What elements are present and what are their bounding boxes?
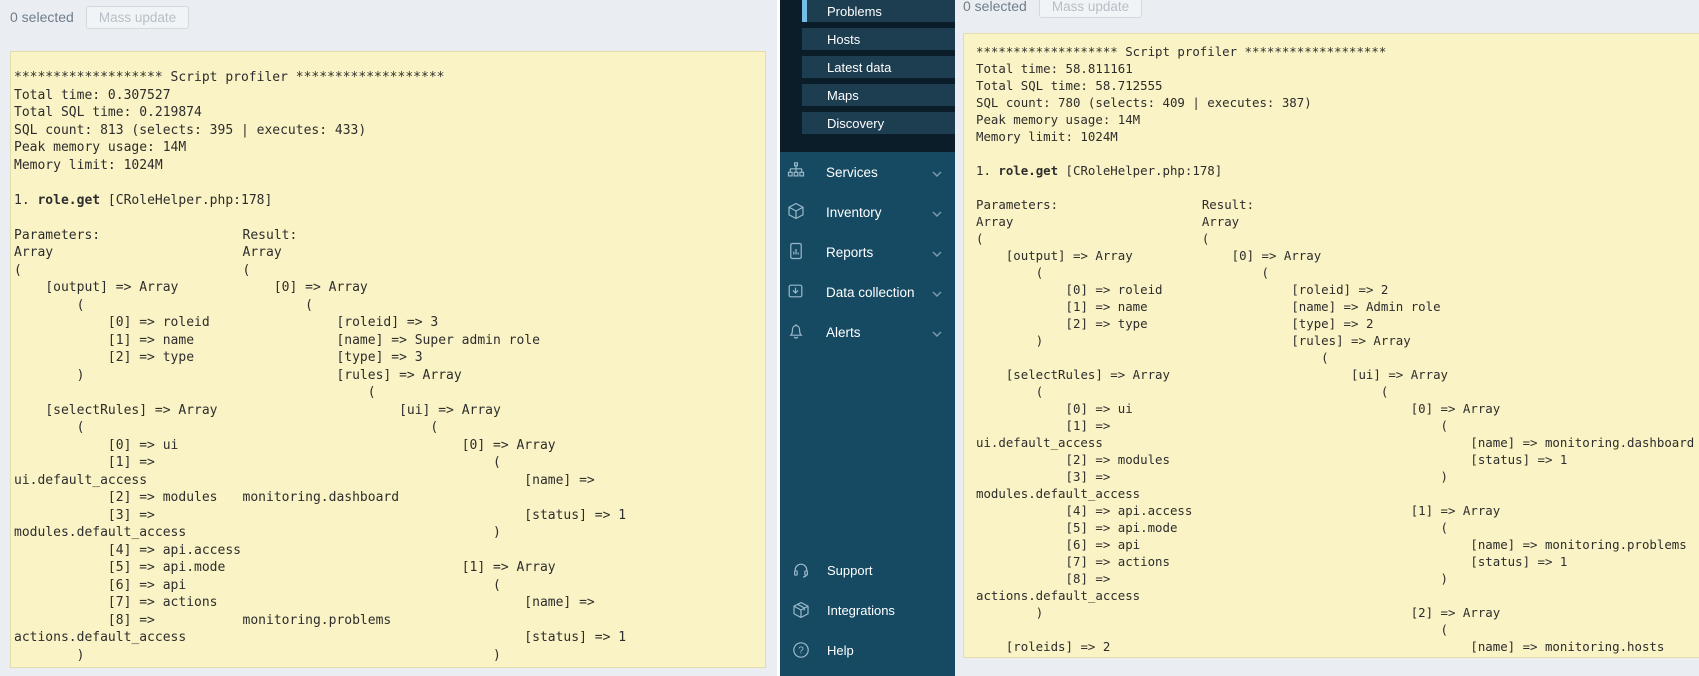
- profiler-summary: ******************* Script profiler ****…: [976, 43, 1699, 179]
- mass-update-button[interactable]: Mass update: [85, 5, 190, 29]
- sidebar-footer: Support Integrations ? Help: [780, 550, 955, 670]
- sidebar-item-reports[interactable]: Reports: [780, 232, 955, 272]
- sidebar-item-integrations[interactable]: Integrations: [780, 590, 955, 630]
- submenu-label: Problems: [827, 3, 882, 19]
- sidebar: Problems Hosts Latest data Maps Discover…: [780, 0, 955, 676]
- submenu-label: Discovery: [827, 115, 885, 131]
- footer-label: Support: [827, 562, 873, 578]
- parameters-column: Parameters: Array ( [output] => Array ( …: [14, 227, 241, 663]
- menu-label: Reports: [826, 244, 874, 260]
- menu-label: Data collection: [826, 284, 915, 300]
- svg-text:?: ?: [798, 645, 804, 656]
- left-browser-pane: 0 selected Mass update *****************…: [0, 0, 777, 676]
- sidebar-item-maps[interactable]: Maps: [802, 84, 955, 106]
- chevron-down-icon: [932, 205, 942, 220]
- parameters-result-table: Parameters: Array ( [output] => Array ( …: [976, 196, 1699, 657]
- footer-label: Integrations: [827, 602, 895, 618]
- sidebar-item-inventory[interactable]: Inventory: [780, 192, 955, 232]
- script-profiler-panel-right: ******************* Script profiler ****…: [963, 33, 1699, 658]
- footer-label: Help: [827, 642, 854, 658]
- document-chart-icon: [786, 242, 806, 262]
- submenu-label: Maps: [827, 87, 859, 103]
- sidebar-item-services[interactable]: Services: [780, 152, 955, 192]
- chevron-down-icon: [932, 165, 942, 180]
- right-toolbar: 0 selected Mass update: [963, 0, 1143, 18]
- sidebar-item-problems[interactable]: Problems: [802, 0, 955, 22]
- script-profiler-panel-left: ******************* Script profiler ****…: [10, 51, 766, 668]
- sidebar-item-hosts[interactable]: Hosts: [802, 28, 955, 50]
- sidebar-item-alerts[interactable]: Alerts: [780, 312, 955, 352]
- api-call-name: role.get: [37, 192, 101, 208]
- selected-count-label: 0 selected: [10, 9, 74, 25]
- left-toolbar: 0 selected Mass update: [10, 5, 190, 29]
- question-circle-icon: ?: [792, 641, 810, 659]
- submenu-label: Latest data: [827, 59, 892, 75]
- chevron-down-icon: [932, 325, 942, 340]
- bell-icon: [786, 322, 806, 342]
- right-browser-pane: 0 selected Mass update *****************…: [955, 0, 1699, 676]
- box-down-arrow-icon: [786, 282, 806, 302]
- menu-label: Alerts: [826, 324, 861, 340]
- chevron-down-icon: [932, 245, 942, 260]
- result-column: Result: Array ( [0] => Array ( [roleid] …: [1201, 197, 1695, 657]
- monitoring-submenu: Problems Hosts Latest data Maps Discover…: [780, 0, 955, 152]
- submenu-label: Hosts: [827, 31, 861, 47]
- sidebar-item-latest-data[interactable]: Latest data: [802, 56, 955, 78]
- selected-count-label: 0 selected: [963, 0, 1027, 14]
- api-call-location: [CRoleHelper.php:178]: [1058, 163, 1223, 178]
- sidebar-item-data-collection[interactable]: Data collection: [780, 272, 955, 312]
- sidebar-item-help[interactable]: ? Help: [780, 630, 955, 670]
- cube-icon: [786, 202, 806, 222]
- mass-update-button[interactable]: Mass update: [1038, 0, 1143, 18]
- profiler-summary-text: ******************* Script profiler ****…: [14, 70, 445, 208]
- profiler-summary-text: ******************* Script profiler ****…: [976, 44, 1387, 178]
- headset-icon: [792, 561, 810, 579]
- api-call-name: role.get: [998, 163, 1059, 178]
- sidebar-item-discovery[interactable]: Discovery: [802, 112, 955, 134]
- result-column: Result: Array ( [0] => Array ( [roleid] …: [242, 227, 627, 663]
- menu-label: Inventory: [826, 204, 882, 220]
- chevron-down-icon: [932, 285, 942, 300]
- profiler-summary: ******************* Script profiler ****…: [14, 69, 761, 209]
- sitemap-icon: [786, 162, 806, 182]
- sidebar-item-support[interactable]: Support: [780, 550, 955, 590]
- parameters-result-table: Parameters: Array ( [output] => Array ( …: [14, 227, 761, 665]
- package-icon: [792, 601, 810, 619]
- api-call-location: [CRoleHelper.php:178]: [100, 192, 273, 208]
- parameters-column: Parameters: Array ( [output] => Array ( …: [976, 197, 1193, 657]
- menu-label: Services: [826, 164, 878, 180]
- main-menu: Services Inventory Reports Data collecti…: [780, 152, 955, 352]
